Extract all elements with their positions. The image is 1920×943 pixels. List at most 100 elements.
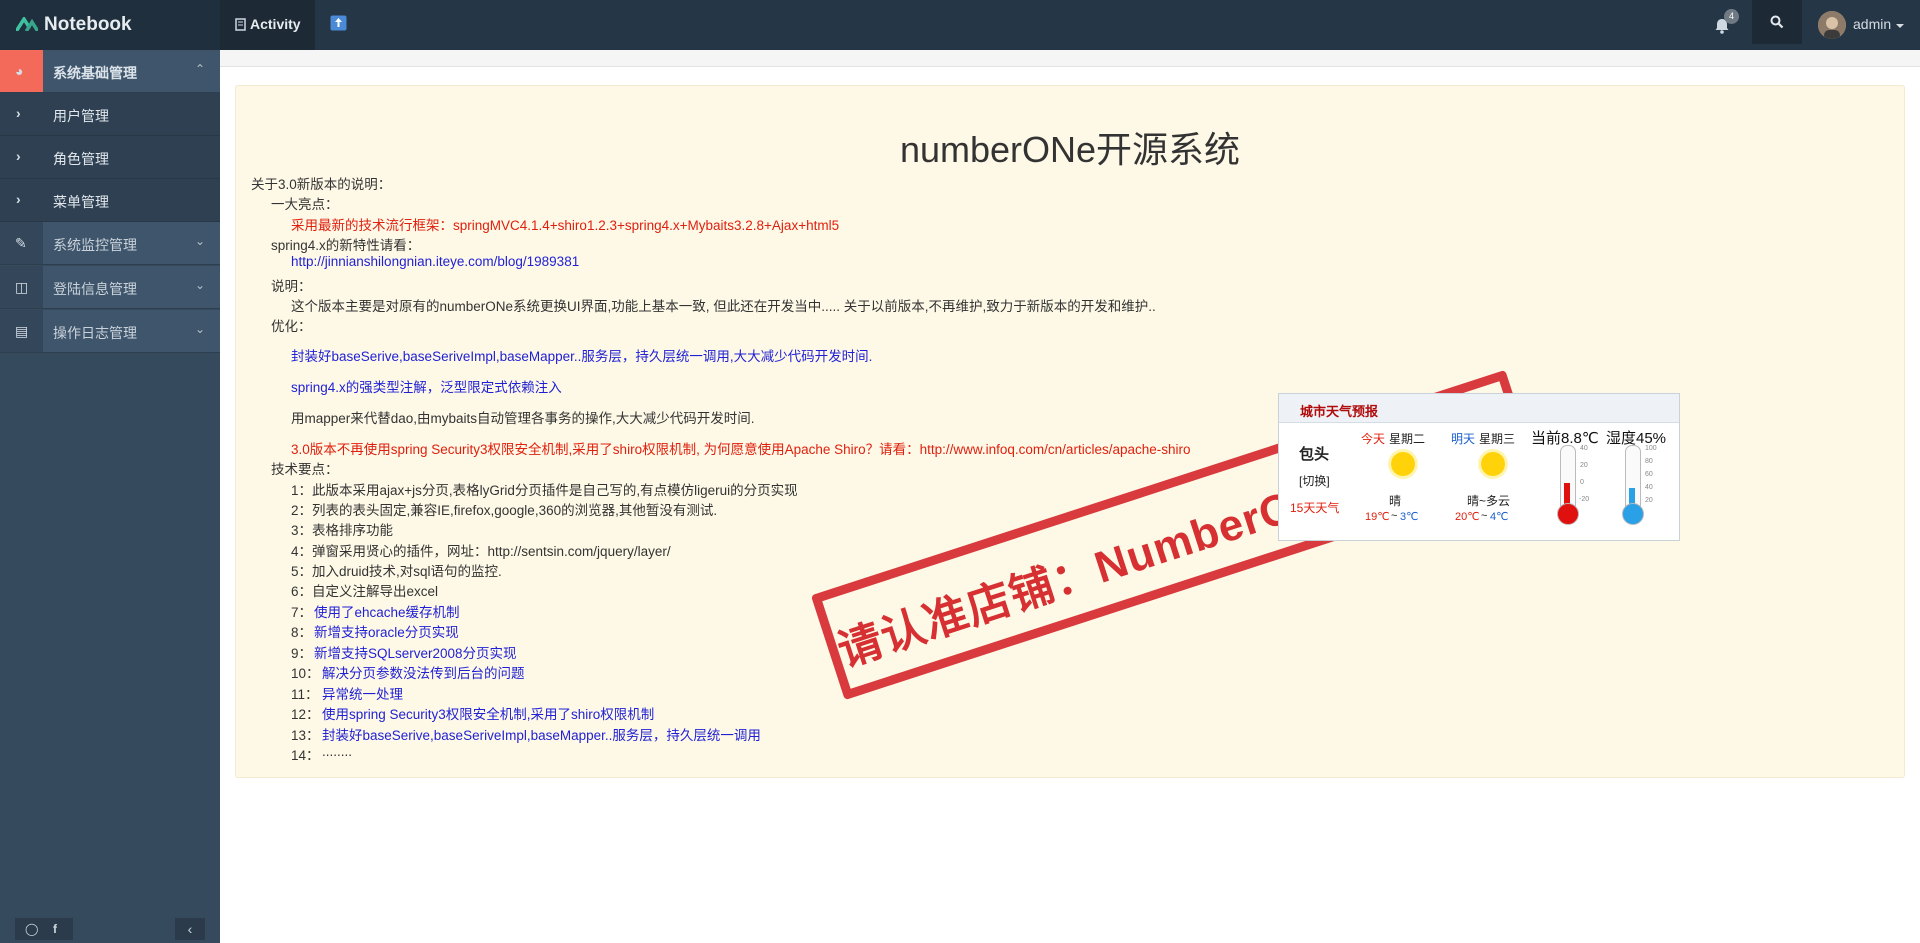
facebook-icon[interactable]: f bbox=[53, 922, 57, 936]
list-number: 9： bbox=[291, 646, 313, 661]
sidebar-item-roles[interactable]: › 角色管理 bbox=[0, 136, 220, 179]
text-line: 这个版本主要是对原有的numberONe系统更换UI界面,功能上基本一致, 但此… bbox=[291, 299, 1156, 314]
forecast-15day-link[interactable]: 15天天气 bbox=[1290, 499, 1339, 516]
avatar[interactable] bbox=[1818, 11, 1846, 39]
tomorrow-range-separator: ~ bbox=[1481, 510, 1488, 522]
sidebar-group-label: 系统基础管理 bbox=[53, 65, 137, 81]
text-line: 3.0版本不再使用spring Security3权限安全机制,采用了shiro… bbox=[291, 442, 1191, 457]
tomorrow-label: 明天 bbox=[1451, 432, 1476, 446]
page-title: numberONe开源系统 bbox=[899, 129, 1241, 170]
weather-city: 包头 bbox=[1299, 446, 1330, 463]
sidebar-item-label: 菜单管理 bbox=[53, 194, 109, 210]
text-line: 封装好baseSerive,baseSeriveImpl,baseMapper.… bbox=[322, 728, 761, 743]
edit-icon: ✎ bbox=[15, 235, 27, 251]
sidebar: ◕ 系统基础管理 ⌃ › 用户管理 › 角色管理 › 菜单管理 ✎ 系统监控管理… bbox=[0, 50, 220, 943]
activity-icon bbox=[235, 18, 246, 31]
text-line: 技术要点： bbox=[271, 462, 339, 477]
comment-icon[interactable]: ◯ bbox=[25, 922, 38, 936]
sidebar-group-logs[interactable]: ▤ 操作日志管理 ⌄ bbox=[0, 310, 220, 353]
caret-down-icon[interactable] bbox=[1896, 24, 1904, 28]
text-line: 优化： bbox=[271, 319, 312, 334]
text-line: spring4.x的强类型注解，泛型限定式依赖注入 bbox=[291, 380, 562, 395]
text-line: 6：自定义注解导出excel bbox=[291, 584, 439, 599]
list-number: 14： bbox=[291, 748, 320, 763]
text-line: 新增支持oracle分页实现 bbox=[314, 625, 459, 640]
user-name[interactable]: admin bbox=[1853, 16, 1891, 32]
text-line: 5：加入druid技术,对sql语句的监控. bbox=[291, 564, 502, 579]
text-line: 异常统一处理 bbox=[322, 687, 403, 702]
humidity-tick: 100 bbox=[1645, 445, 1657, 452]
sidebar-item-label: 角色管理 bbox=[53, 151, 109, 167]
list-number: 11： bbox=[291, 687, 319, 702]
notebook-logo-icon bbox=[16, 17, 38, 31]
text-line: 用mapper来代替dao,由mybaits自动管理各事务的操作,大大减少代码开… bbox=[291, 411, 755, 426]
chevron-right-icon: › bbox=[16, 148, 21, 164]
book-icon: ▤ bbox=[15, 323, 29, 339]
sidebar-item-label: 用户管理 bbox=[53, 108, 109, 124]
tomorrow-weekday: 星期三 bbox=[1479, 432, 1516, 446]
user-photo bbox=[1818, 11, 1846, 39]
chevron-left-icon[interactable]: ‹ bbox=[175, 918, 205, 940]
chevron-right-icon: › bbox=[16, 105, 21, 121]
text-line: 采用最新的技术流行框架：springMVC4.1.4+shiro1.2.3+sp… bbox=[291, 218, 840, 233]
list-number: 7： bbox=[291, 605, 313, 620]
sun-icon bbox=[1388, 449, 1418, 479]
text-line: 使用了ehcache缓存机制 bbox=[314, 605, 460, 620]
notification-badge: 4 bbox=[1724, 9, 1739, 24]
upload-icon[interactable] bbox=[330, 15, 347, 31]
top-navbar: Notebook Activity 4 admin bbox=[0, 0, 1920, 50]
weather-widget: 城市天气预报 包头 [切换] 15天天气 今天 星期二 晴 19℃ ~ 3℃ 明… bbox=[1278, 393, 1680, 541]
text-line: ........ bbox=[322, 744, 353, 759]
sun-icon bbox=[1478, 449, 1508, 479]
today-weekday: 星期二 bbox=[1389, 432, 1426, 446]
temp-tick: 0 bbox=[1580, 479, 1584, 486]
today-label: 今天 bbox=[1361, 432, 1386, 446]
text-line: 2：列表的表头固定,兼容IE,firefox,google,360的浏览器,其他… bbox=[291, 503, 718, 518]
chevron-down-icon: ⌄ bbox=[195, 322, 206, 336]
chevron-down-icon: ⌄ bbox=[195, 278, 206, 292]
list-number: 13： bbox=[291, 728, 320, 743]
today-low: 3℃ bbox=[1400, 511, 1419, 523]
text-line: 封装好baseSerive,baseSeriveImpl,baseMapper.… bbox=[291, 349, 873, 364]
activity-nav[interactable]: Activity bbox=[220, 0, 315, 50]
chevron-up-icon: ⌃ bbox=[195, 62, 206, 76]
temp-tick: 20 bbox=[1580, 462, 1588, 469]
text-line: 3：表格排序功能 bbox=[291, 523, 394, 538]
blog-link[interactable]: http://jinnianshilongnian.iteye.com/blog… bbox=[291, 254, 579, 269]
sidebar-footer-buttons: ◯ f bbox=[15, 918, 73, 940]
brand[interactable]: Notebook bbox=[0, 0, 220, 50]
text-line: 关于3.0新版本的说明： bbox=[251, 177, 392, 192]
humidity-gauge-icon bbox=[1620, 445, 1644, 525]
sidebar-group-login[interactable]: ◫ 登陆信息管理 ⌄ bbox=[0, 266, 220, 309]
search-icon bbox=[1770, 15, 1784, 29]
humidity-tick: 20 bbox=[1645, 497, 1653, 504]
sidebar-group-label: 登陆信息管理 bbox=[53, 281, 137, 297]
temp-tick: 40 bbox=[1580, 445, 1588, 452]
weather-title: 城市天气预报 bbox=[1300, 404, 1379, 419]
chevron-down-icon: ⌄ bbox=[195, 234, 206, 248]
text-line: 解决分页参数没法传到后台的问题 bbox=[322, 666, 525, 681]
thermometer-icon bbox=[1555, 445, 1579, 525]
sidebar-group-basic[interactable]: ◕ 系统基础管理 ⌃ bbox=[0, 50, 220, 93]
sidebar-item-menus[interactable]: › 菜单管理 bbox=[0, 179, 220, 222]
chevron-right-icon: › bbox=[16, 191, 21, 207]
search-button[interactable] bbox=[1752, 0, 1802, 44]
text-line: 1：此版本采用ajax+js分页,表格lyGrid分页插件是自己写的,有点模仿l… bbox=[291, 483, 798, 498]
humidity-tick: 80 bbox=[1645, 458, 1653, 465]
sidebar-item-users[interactable]: › 用户管理 bbox=[0, 93, 220, 136]
humidity-tick: 40 bbox=[1645, 484, 1653, 491]
today-condition: 晴 bbox=[1389, 494, 1402, 508]
sidebar-group-monitor[interactable]: ✎ 系统监控管理 ⌄ bbox=[0, 222, 220, 265]
brand-name: Notebook bbox=[44, 14, 132, 35]
dashboard-icon: ◕ bbox=[15, 63, 24, 79]
columns-icon: ◫ bbox=[15, 279, 29, 295]
list-number: 8： bbox=[291, 625, 313, 640]
list-number: 10： bbox=[291, 666, 320, 681]
activity-label: Activity bbox=[250, 16, 301, 32]
temp-tick: -20 bbox=[1579, 496, 1590, 503]
text-line: 使用spring Security3权限安全机制,采用了shiro权限机制 bbox=[322, 707, 655, 722]
tomorrow-low: 4℃ bbox=[1490, 511, 1509, 523]
city-switch-link[interactable]: [切换] bbox=[1299, 472, 1330, 489]
sidebar-group-label: 操作日志管理 bbox=[53, 325, 137, 341]
weather-title-bar: 城市天气预报 bbox=[1279, 394, 1679, 423]
